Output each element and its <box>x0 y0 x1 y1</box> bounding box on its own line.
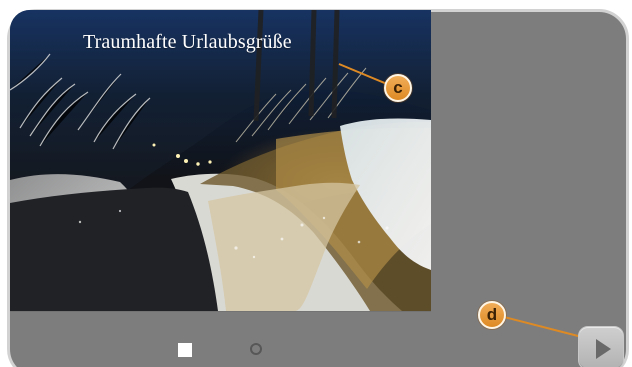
caption-callout-marker: c <box>384 74 412 102</box>
slide-indicator-inactive-icon[interactable] <box>250 343 262 355</box>
play-icon <box>596 339 611 359</box>
slide-caption: Traumhafte Urlaubsgrüße <box>83 31 292 53</box>
slide-image <box>10 10 431 311</box>
next-button-callout-marker: d <box>478 301 506 329</box>
winter-path-photo <box>10 10 431 311</box>
slideshow-screen: Traumhafte Urlaubsgrüße c d <box>0 0 632 367</box>
next-slide-button[interactable] <box>578 326 624 367</box>
slide-indicator-active-icon[interactable] <box>178 343 192 357</box>
